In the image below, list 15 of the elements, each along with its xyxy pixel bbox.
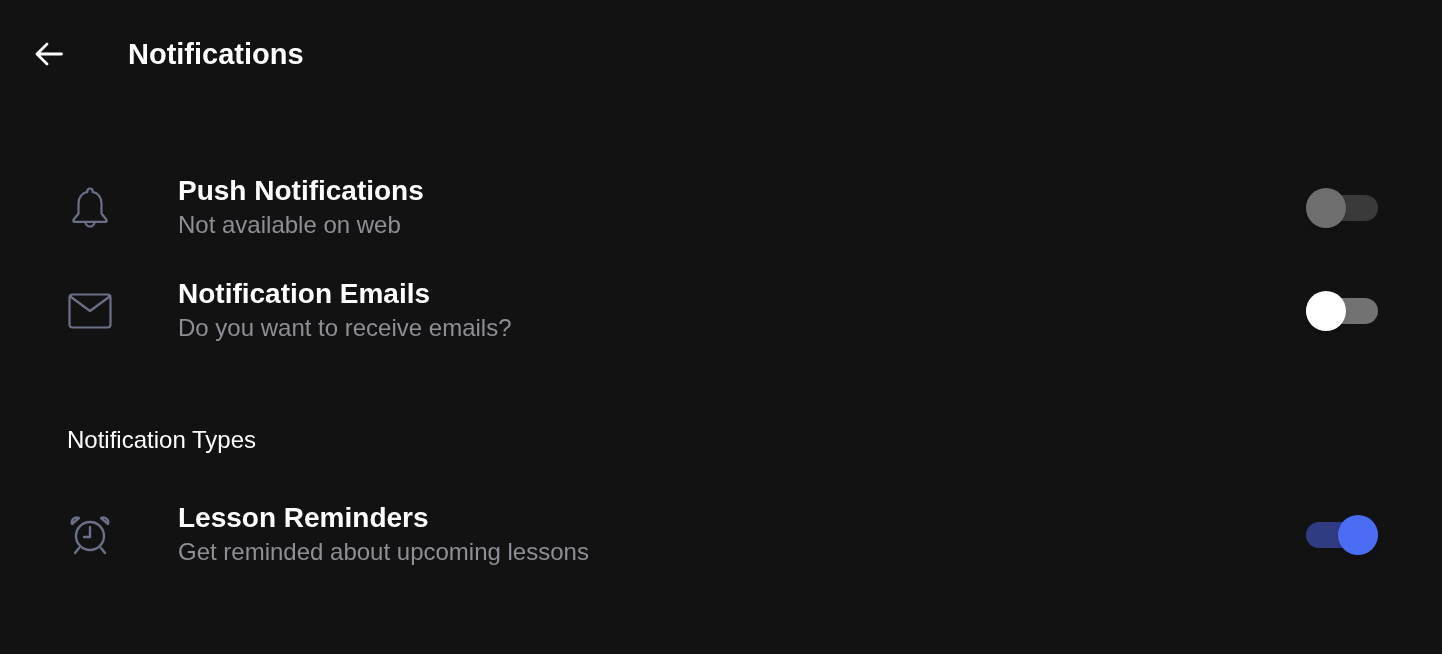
- back-arrow-icon: [35, 42, 63, 66]
- setting-title: Lesson Reminders: [178, 500, 429, 535]
- alarm-clock-icon: [69, 514, 111, 555]
- bell-icon: [71, 186, 109, 229]
- envelope-icon: [68, 292, 112, 329]
- setting-description: Not available on web: [178, 209, 401, 240]
- setting-title: Notification Emails: [178, 276, 431, 311]
- page-title: Notifications: [128, 37, 304, 72]
- toggle-switch[interactable]: [1306, 290, 1378, 331]
- setting-title: Push Notifications: [178, 173, 424, 208]
- back-button[interactable]: [35, 41, 63, 67]
- setting-description: Do you want to receive emails?: [178, 312, 512, 343]
- setting-description: Get reminded about upcoming lessons: [178, 536, 589, 567]
- section-heading: Notification Types: [67, 425, 256, 455]
- toggle-switch[interactable]: [1306, 514, 1378, 555]
